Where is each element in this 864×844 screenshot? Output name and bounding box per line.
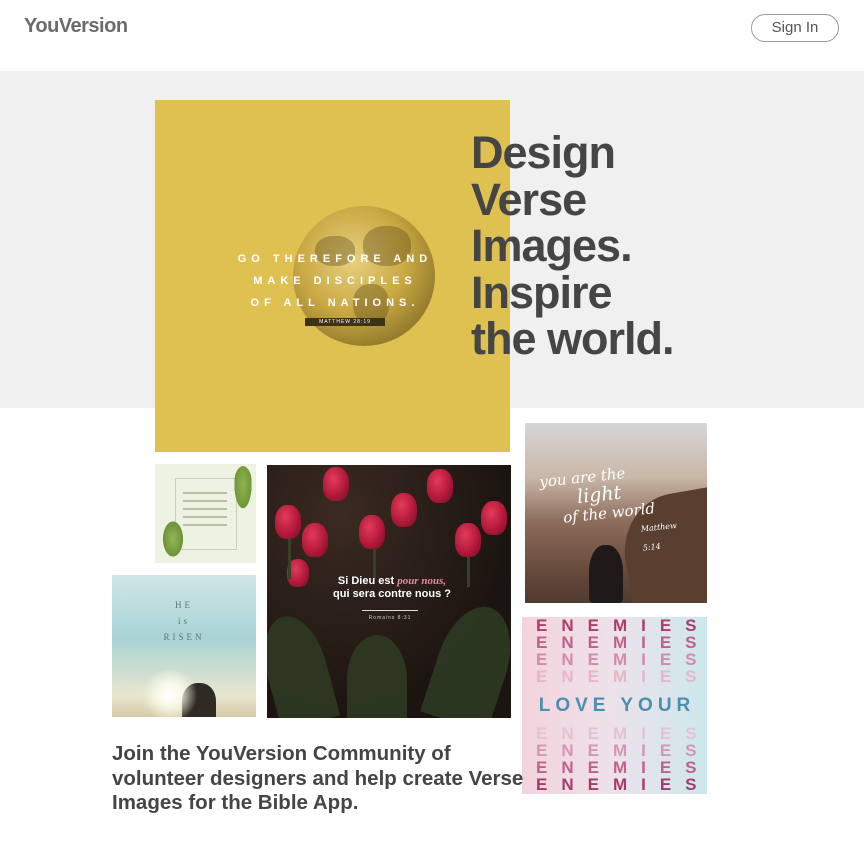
risen-text: HE is RISEN (112, 597, 256, 645)
enemies-row: ENEMIES (536, 650, 707, 669)
tulip-line1: Si Dieu est (337, 575, 398, 587)
enemies-row: ENEMIES (536, 758, 707, 777)
headline-line: Images. (471, 220, 633, 271)
sun-glow (140, 670, 200, 717)
enemies-row: ENEMIES (536, 775, 707, 794)
light-verse-text: you are the light of the world Matthew 5… (538, 457, 697, 567)
verse-image-love-your-enemies[interactable]: ENEMIES ENEMIES ENEMIES ENEMIES LOVE YOU… (522, 617, 707, 794)
leaf-branch-icon (233, 466, 253, 512)
tulip-stem (288, 539, 291, 579)
love-your-text: LOVE YOUR (538, 695, 696, 716)
youversion-logo[interactable]: YouVersion (24, 15, 128, 38)
tulip-divider (362, 610, 418, 611)
text-line (183, 492, 227, 494)
leaf-branch-icon (161, 518, 185, 560)
headline-line: Inspire (471, 266, 613, 318)
globe-reference: MATTHEW 28:19 (305, 318, 385, 326)
headline-line: the world. (471, 313, 675, 364)
tulip-accent: pour nous, (397, 575, 447, 587)
globe-verse-text: GO THEREFORE AND MAKE DISCIPLES OF ALL N… (215, 248, 455, 314)
globe-line: MAKE DISCIPLES (253, 275, 417, 287)
tulip (391, 493, 417, 527)
tulip (455, 523, 481, 557)
tulip (359, 515, 385, 549)
hero-headline: Design Verse Images. Inspire the world. (471, 127, 771, 364)
text-line (183, 500, 227, 502)
tulip (302, 523, 328, 557)
globe-line: OF ALL NATIONS. (250, 297, 420, 309)
verse-image-leaf[interactable] (155, 464, 256, 563)
enemies-row: ENEMIES (536, 633, 707, 652)
risen-line: HE (175, 600, 193, 610)
tulip (275, 505, 301, 539)
verse-image-tulips[interactable]: Si Dieu est pour nous, qui sera contre n… (267, 465, 511, 718)
enemies-row: ENEMIES (536, 741, 707, 760)
community-description: Join the YouVersion Community of volunte… (112, 742, 524, 814)
enemies-row: ENEMIES (536, 667, 707, 686)
tulip (481, 501, 507, 535)
tulip-verse-text: Si Dieu est pour nous, qui sera contre n… (307, 575, 477, 601)
sign-in-button[interactable]: Sign In (751, 14, 839, 42)
tulip-line2: qui sera contre nous ? (333, 588, 451, 600)
verse-image-he-is-risen[interactable]: HE is RISEN (112, 575, 256, 717)
tulip (427, 469, 453, 503)
tulip-leaf (267, 609, 341, 718)
enemies-row: ENEMIES (536, 724, 707, 743)
text-line (183, 516, 227, 518)
top-bar: YouVersion Sign In (0, 0, 864, 70)
tulip-leaf (347, 635, 407, 718)
headline-line: Verse (471, 173, 587, 225)
headline-line: Design (471, 127, 616, 178)
enemies-row: ENEMIES (536, 617, 707, 635)
risen-line: is (177, 616, 190, 626)
text-line (183, 508, 227, 510)
globe-line: GO THEREFORE AND (237, 253, 433, 265)
risen-line: RISEN (163, 632, 205, 642)
text-line (183, 524, 227, 526)
verse-image-go-therefore[interactable]: GO THEREFORE AND MAKE DISCIPLES OF ALL N… (155, 100, 510, 452)
tulip (323, 467, 349, 501)
tulip-reference: Romains 8:31 (368, 615, 412, 621)
verse-image-light-of-the-world[interactable]: you are the light of the world Matthew 5… (525, 423, 707, 603)
